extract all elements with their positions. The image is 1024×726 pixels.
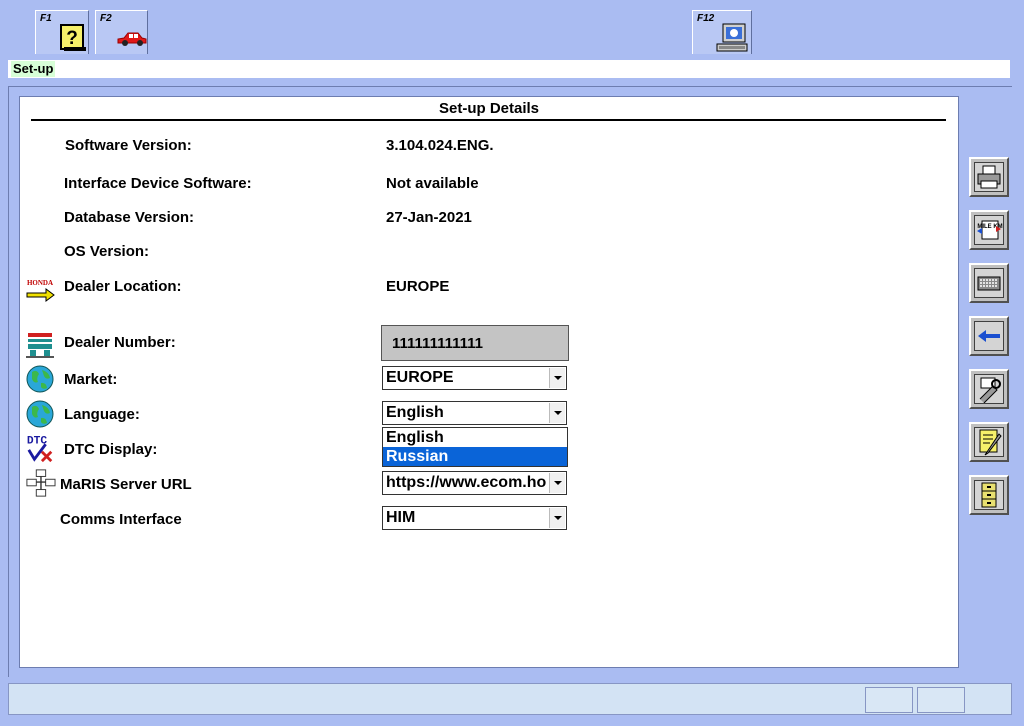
market-label: Market: bbox=[64, 371, 118, 388]
software-version-value: 3.104.024.ENG. bbox=[386, 137, 494, 154]
interface-device-label: Interface Device Software: bbox=[64, 175, 252, 192]
interface-device-value: Not available bbox=[386, 175, 479, 192]
database-version-value: 27-Jan-2021 bbox=[386, 209, 472, 226]
status-cell bbox=[917, 687, 965, 713]
breadcrumb: Set-up bbox=[8, 60, 1010, 78]
help-icon: ? bbox=[60, 24, 86, 51]
globe-icon bbox=[26, 365, 54, 393]
language-dropdown: English Russian bbox=[382, 427, 568, 467]
status-cell bbox=[865, 687, 913, 713]
language-select[interactable]: English bbox=[382, 401, 567, 425]
honda-flag-icon: HONDA bbox=[26, 279, 55, 302]
tools-icon bbox=[979, 377, 1001, 404]
os-version-label: OS Version: bbox=[64, 243, 150, 260]
dealer-number-label: Dealer Number: bbox=[64, 334, 176, 351]
language-option-russian[interactable]: Russian bbox=[383, 447, 567, 466]
notes-icon bbox=[979, 429, 1002, 456]
software-version-label: Software Version: bbox=[65, 137, 192, 154]
cabinet-button[interactable] bbox=[969, 475, 1009, 515]
keyboard-button[interactable] bbox=[969, 263, 1009, 303]
comms-interface-select[interactable]: HIM bbox=[382, 506, 567, 530]
comms-interface-label: Comms Interface bbox=[60, 511, 182, 528]
svg-text:HONDA: HONDA bbox=[27, 279, 53, 287]
maris-url-select[interactable]: https://www.ecom.ho bbox=[382, 471, 567, 495]
dtc-icon: DTC bbox=[27, 435, 53, 463]
f12-system-button[interactable]: F12 bbox=[692, 10, 752, 54]
mile-km-icon: MILE KM bbox=[977, 220, 1003, 240]
print-button[interactable] bbox=[969, 157, 1009, 197]
f1-help-button[interactable]: F1 ? bbox=[35, 10, 89, 54]
dtc-display-label: DTC Display: bbox=[64, 441, 158, 458]
back-button[interactable] bbox=[969, 316, 1009, 356]
language-option-english[interactable]: English bbox=[383, 428, 567, 447]
tools-button[interactable] bbox=[969, 369, 1009, 409]
database-version-label: Database Version: bbox=[64, 209, 195, 226]
page-title: Set-up Details bbox=[438, 100, 540, 117]
cabinet-icon bbox=[981, 482, 997, 508]
print-icon bbox=[977, 165, 1001, 189]
title-divider bbox=[31, 119, 946, 121]
back-arrow-icon bbox=[978, 330, 1000, 342]
computer-icon bbox=[716, 23, 748, 52]
mile-km-button[interactable]: MILE KM bbox=[969, 210, 1009, 250]
chevron-down-icon[interactable] bbox=[549, 403, 565, 423]
notes-button[interactable] bbox=[969, 422, 1009, 462]
maris-url-label: MaRIS Server URL bbox=[60, 476, 192, 493]
dealer-number-icon bbox=[26, 333, 54, 358]
network-icon bbox=[26, 469, 56, 497]
keyboard-icon bbox=[977, 276, 1001, 291]
language-label: Language: bbox=[64, 406, 140, 423]
svg-text:?: ? bbox=[66, 28, 78, 49]
dealer-location-label: Dealer Location: bbox=[64, 278, 182, 295]
dealer-number-field[interactable]: 111111111111 bbox=[381, 325, 569, 361]
dealer-location-value: EUROPE bbox=[386, 278, 450, 295]
chevron-down-icon[interactable] bbox=[549, 473, 565, 493]
status-bar bbox=[8, 683, 1012, 715]
f2-vehicle-button[interactable]: F2 bbox=[95, 10, 148, 54]
car-icon bbox=[117, 32, 147, 46]
market-select[interactable]: EUROPE bbox=[382, 366, 567, 390]
breadcrumb-label: Set-up bbox=[11, 61, 56, 77]
globe-icon bbox=[26, 400, 54, 428]
chevron-down-icon[interactable] bbox=[549, 368, 565, 388]
chevron-down-icon[interactable] bbox=[549, 508, 565, 528]
